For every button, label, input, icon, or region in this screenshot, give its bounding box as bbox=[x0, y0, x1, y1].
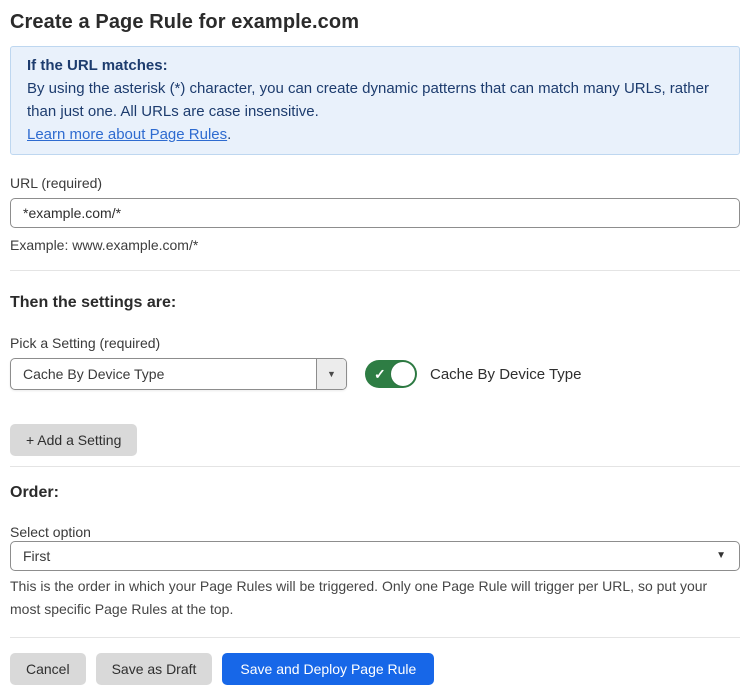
url-match-info-box: If the URL matches: By using the asteris… bbox=[10, 46, 740, 155]
add-setting-button[interactable]: + Add a Setting bbox=[10, 424, 137, 456]
url-example-text: Example: www.example.com/* bbox=[10, 234, 740, 256]
footer-divider bbox=[10, 637, 740, 638]
select-option-label: Select option bbox=[10, 524, 740, 541]
setting-select-value: Cache By Device Type bbox=[11, 366, 316, 382]
save-and-deploy-button[interactable]: Save and Deploy Page Rule bbox=[222, 653, 434, 685]
check-icon: ✓ bbox=[374, 360, 386, 388]
cancel-button[interactable]: Cancel bbox=[10, 653, 86, 685]
order-select[interactable]: First ▼ bbox=[10, 541, 740, 571]
setting-select-caret-button[interactable]: ▼ bbox=[316, 359, 346, 389]
setting-row: Cache By Device Type ▼ ✓ Cache By Device… bbox=[10, 358, 740, 390]
link-suffix-text: . bbox=[227, 126, 231, 143]
section-divider bbox=[10, 466, 740, 467]
url-input[interactable] bbox=[10, 198, 740, 228]
pick-setting-label: Pick a Setting (required) bbox=[10, 335, 740, 352]
info-box-body: By using the asterisk (*) character, you… bbox=[27, 77, 723, 123]
save-as-draft-button[interactable]: Save as Draft bbox=[96, 653, 213, 685]
page-title: Create a Page Rule for example.com bbox=[10, 8, 740, 36]
caret-down-icon: ▼ bbox=[716, 551, 739, 561]
order-section-heading: Order: bbox=[10, 483, 740, 502]
url-field-label: URL (required) bbox=[10, 175, 740, 192]
order-helper-text: This is the order in which your Page Rul… bbox=[10, 575, 740, 621]
learn-more-link[interactable]: Learn more about Page Rules bbox=[27, 126, 227, 143]
caret-down-icon: ▼ bbox=[327, 370, 336, 379]
info-box-link-line: Learn more about Page Rules. bbox=[27, 123, 723, 146]
toggle-knob bbox=[391, 362, 415, 386]
setting-select[interactable]: Cache By Device Type ▼ bbox=[10, 358, 347, 390]
section-divider bbox=[10, 270, 740, 271]
cache-by-device-type-toggle[interactable]: ✓ bbox=[365, 360, 417, 388]
settings-section-heading: Then the settings are: bbox=[10, 293, 740, 312]
footer-actions: Cancel Save as Draft Save and Deploy Pag… bbox=[10, 653, 740, 685]
info-box-heading: If the URL matches: bbox=[27, 54, 723, 77]
order-select-value: First bbox=[11, 548, 716, 564]
toggle-label: Cache By Device Type bbox=[430, 366, 581, 383]
create-page-rule-form: Create a Page Rule for example.com If th… bbox=[0, 0, 750, 685]
